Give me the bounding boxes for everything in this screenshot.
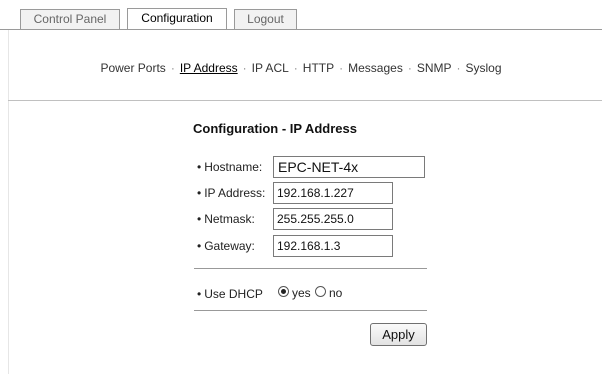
- tab-divider: [0, 29, 602, 30]
- netmask-label: Netmask:: [197, 212, 255, 226]
- dhcp-yes-radio[interactable]: [278, 286, 289, 297]
- subnav-ip-acl[interactable]: IP ACL: [252, 61, 289, 75]
- dhcp-no-radio[interactable]: [315, 286, 326, 297]
- dhcp-no-label[interactable]: no: [329, 286, 342, 300]
- gateway-label: Gateway:: [197, 239, 255, 253]
- subnav-separator: ·: [170, 61, 175, 75]
- subnav-separator: ·: [339, 61, 344, 75]
- subnav-ip-address[interactable]: IP Address: [180, 61, 238, 75]
- tab-control-panel[interactable]: Control Panel: [20, 9, 120, 29]
- apply-button[interactable]: Apply: [370, 323, 427, 346]
- nav-divider: [8, 100, 602, 101]
- config-subnav: Power Ports · IP Address · IP ACL · HTTP · Messa…: [0, 61, 602, 75]
- subnav-separator: ·: [407, 61, 412, 75]
- dhcp-label: Use DHCP: [197, 287, 263, 301]
- subnav-http[interactable]: HTTP: [303, 61, 334, 75]
- subnav-snmp[interactable]: SNMP: [417, 61, 452, 75]
- subnav-syslog[interactable]: Syslog: [466, 61, 502, 75]
- subnav-separator: ·: [293, 61, 298, 75]
- ip-address-field[interactable]: [273, 182, 393, 204]
- tab-bar: Control Panel Configuration Logout: [0, 0, 602, 30]
- page-title: Configuration - IP Address: [193, 121, 357, 136]
- netmask-field[interactable]: [273, 208, 393, 230]
- subnav-separator: ·: [242, 61, 247, 75]
- hostname-label: Hostname:: [197, 160, 262, 174]
- content-frame-edge: [8, 30, 9, 374]
- subnav-messages[interactable]: Messages: [348, 61, 403, 75]
- hostname-field[interactable]: [273, 156, 425, 178]
- tab-configuration[interactable]: Configuration: [127, 8, 227, 30]
- subnav-separator: ·: [456, 61, 461, 75]
- dhcp-yes-label[interactable]: yes: [292, 286, 311, 300]
- ip-address-label: IP Address:: [197, 186, 265, 200]
- form-divider: [194, 268, 427, 269]
- subnav-power-ports[interactable]: Power Ports: [100, 61, 165, 75]
- tab-logout[interactable]: Logout: [234, 9, 297, 29]
- form-divider: [194, 310, 427, 311]
- gateway-field[interactable]: [273, 235, 393, 257]
